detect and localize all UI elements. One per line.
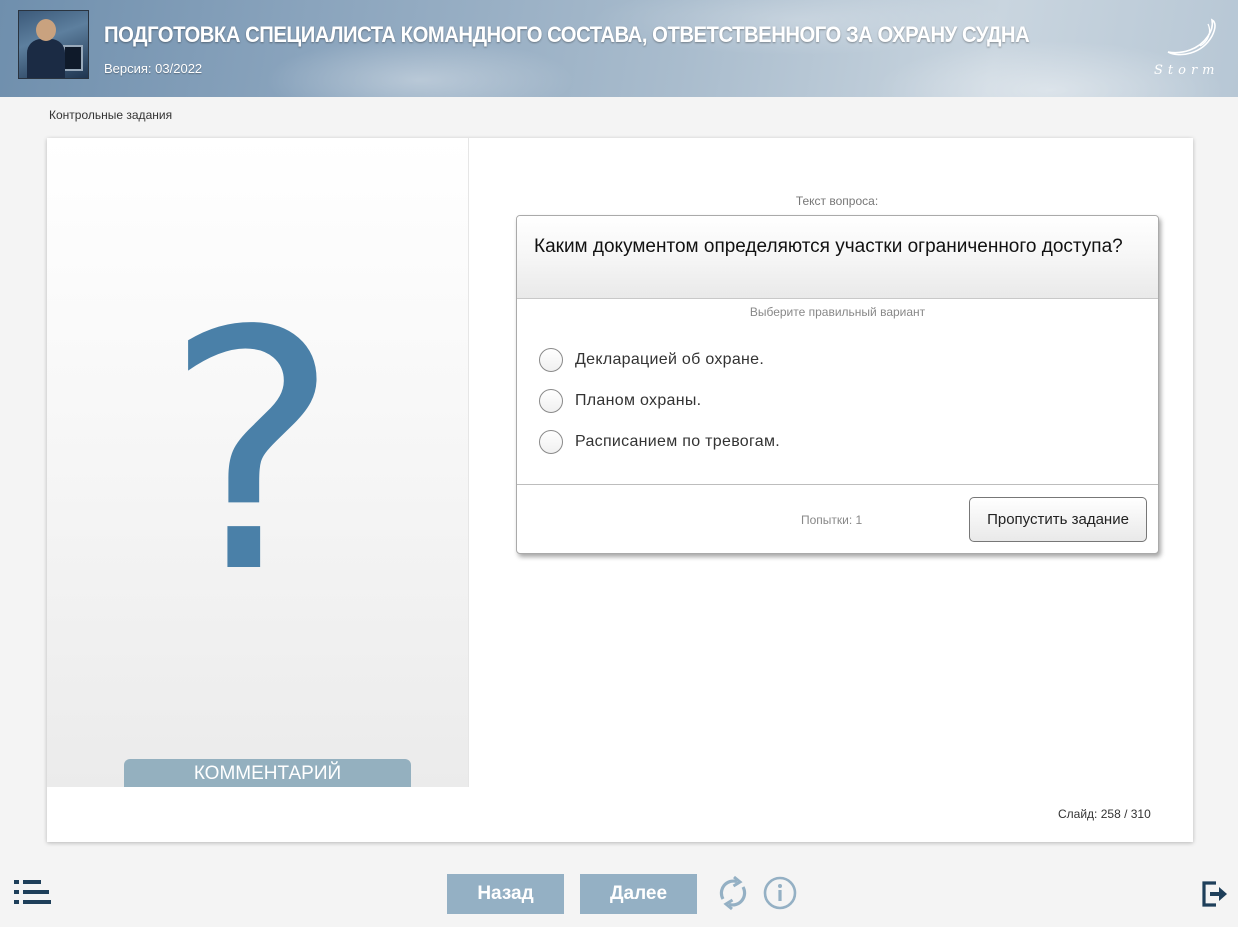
answer-option-label: Расписанием по тревогам. bbox=[575, 433, 781, 450]
exit-icon[interactable] bbox=[1201, 880, 1229, 908]
radio-button[interactable] bbox=[539, 430, 563, 454]
app-version: Версия: 03/2022 bbox=[104, 61, 203, 76]
question-card: Каким документом определяются участки ог… bbox=[516, 215, 1159, 554]
course-avatar bbox=[18, 10, 89, 79]
answer-option-label: Декларацией об охране. bbox=[575, 351, 765, 368]
attempts-counter: Попытки: 1 bbox=[801, 513, 863, 527]
slide-counter: Слайд: 258 / 310 bbox=[1058, 807, 1151, 821]
list-menu-icon[interactable] bbox=[14, 880, 52, 904]
answer-option-label: Планом охраны. bbox=[575, 392, 702, 409]
app-title: ПОДГОТОВКА СПЕЦИАЛИСТА КОМАНДНОГО СОСТАВ… bbox=[104, 22, 1030, 47]
question-mark-icon: ? bbox=[164, 261, 340, 645]
divider bbox=[517, 484, 1158, 485]
answer-option[interactable]: Декларацией об охране. bbox=[539, 347, 764, 373]
next-button[interactable]: Далее bbox=[580, 874, 697, 914]
comment-tab[interactable]: КОММЕНТАРИЙ bbox=[124, 759, 411, 787]
question-header: Каким документом определяются участки ог… bbox=[517, 216, 1158, 299]
answer-option[interactable]: Планом охраны. bbox=[539, 388, 701, 414]
svg-text:Storm: Storm bbox=[1154, 63, 1220, 78]
reload-icon[interactable] bbox=[715, 875, 751, 911]
info-icon[interactable] bbox=[763, 876, 797, 910]
app-header: ПОДГОТОВКА СПЕЦИАЛИСТА КОМАНДНОГО СОСТАВ… bbox=[0, 0, 1238, 97]
radio-button[interactable] bbox=[539, 389, 563, 413]
skip-task-button[interactable]: Пропустить задание bbox=[969, 497, 1147, 542]
question-caption: Текст вопроса: bbox=[795, 194, 879, 208]
slide-card: ? КОММЕНТАРИЙ Текст вопроса: Каким докум… bbox=[47, 138, 1193, 842]
breadcrumb: Контрольные задания bbox=[49, 108, 173, 122]
answer-option[interactable]: Расписанием по тревогам. bbox=[539, 429, 780, 455]
radio-button[interactable] bbox=[539, 348, 563, 372]
storm-logo: Storm bbox=[1154, 18, 1220, 78]
question-hint: Выберите правильный вариант bbox=[749, 305, 926, 319]
back-button[interactable]: Назад bbox=[447, 874, 564, 914]
question-text: Каким документом определяются участки ог… bbox=[534, 236, 1123, 257]
illustration-panel: ? КОММЕНТАРИЙ bbox=[47, 138, 469, 787]
